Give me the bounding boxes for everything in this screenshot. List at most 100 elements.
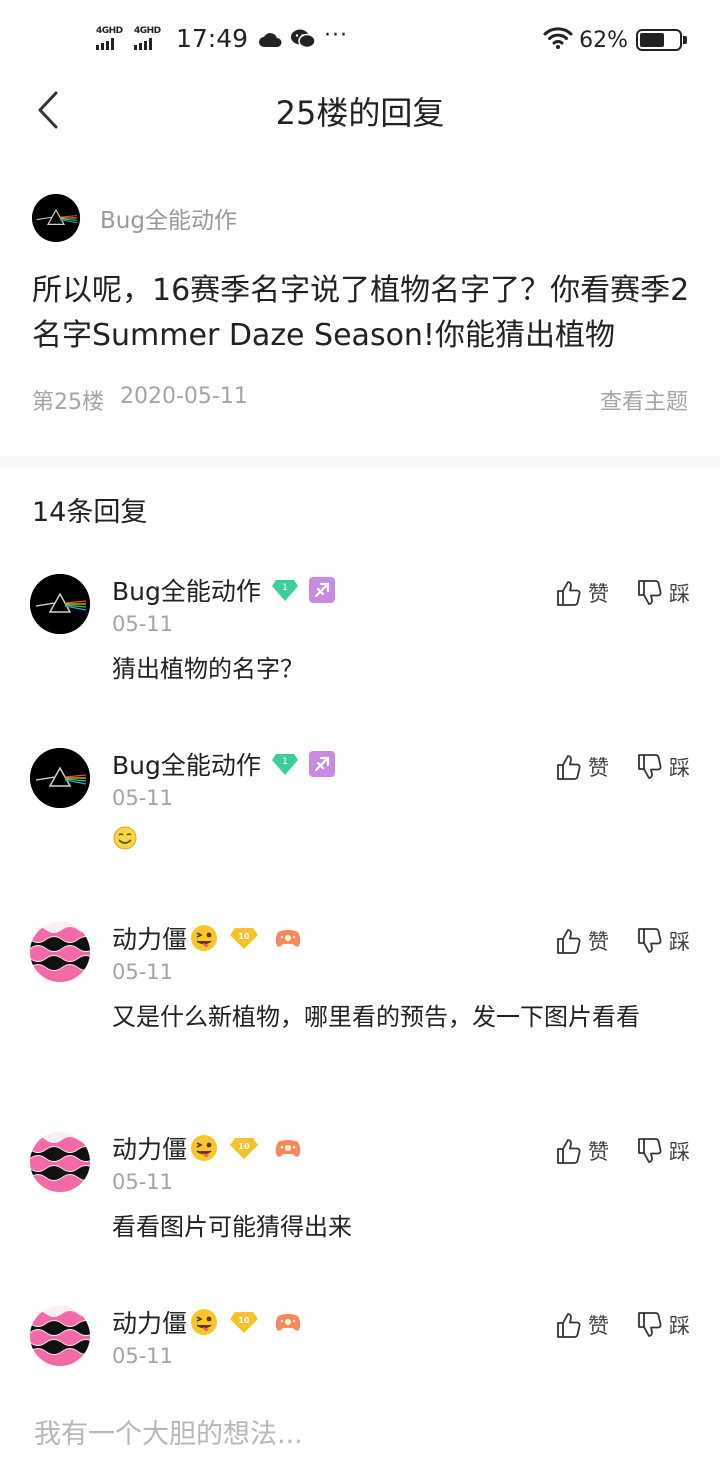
like-label: 赞	[588, 1140, 609, 1164]
reply-actions: 赞 踩	[556, 1136, 690, 1166]
gamepad-icon	[273, 1310, 303, 1334]
reply-date: 05-11	[112, 786, 174, 810]
thumbs-down-icon	[638, 580, 662, 605]
signal-2-icon: 4GHD	[134, 27, 164, 50]
comment-input[interactable]	[34, 1412, 684, 1456]
page-title: 25楼的回复	[275, 94, 445, 132]
sagittarius-icon	[308, 577, 335, 603]
clock: 17:49	[176, 24, 249, 53]
thumbs-down-icon	[638, 754, 662, 779]
svg-text:10: 10	[238, 932, 250, 941]
dislike-button[interactable]: 踩	[637, 926, 690, 956]
reply-actions: 赞 踩	[556, 926, 690, 956]
dislike-button[interactable]: 踩	[637, 578, 690, 608]
gem-level-icon: 1	[271, 752, 299, 776]
post-date: 2020-05-11	[120, 384, 248, 409]
dislike-label: 踩	[669, 582, 690, 606]
dislike-label: 踩	[669, 756, 690, 780]
sagittarius-icon	[308, 751, 335, 777]
avatar[interactable]	[30, 748, 90, 808]
thumbs-down-icon	[638, 928, 662, 953]
svg-text:1: 1	[282, 583, 288, 593]
more-notifications-icon: ···	[324, 22, 349, 48]
like-button[interactable]: 赞	[556, 1310, 609, 1340]
reply-author-name[interactable]: 动力僵	[112, 1304, 187, 1340]
reply-date: 05-11	[112, 1170, 174, 1194]
dislike-label: 踩	[669, 930, 690, 954]
reply-content	[112, 824, 690, 862]
dislike-button[interactable]: 踩	[637, 1136, 690, 1166]
like-label: 赞	[588, 582, 609, 606]
battery-level	[640, 33, 664, 47]
level-10-badge-icon: 10	[229, 926, 259, 950]
thumbs-up-icon	[557, 1313, 581, 1338]
reply-actions: 赞 踩	[556, 578, 690, 608]
reply-content: 猜出植物的名字？	[112, 655, 304, 683]
like-label: 赞	[588, 1314, 609, 1338]
dislike-button[interactable]: 踩	[637, 1310, 690, 1340]
thumbs-down-icon	[638, 1138, 662, 1163]
section-divider	[0, 456, 720, 468]
gem-level-icon: 1	[271, 578, 299, 602]
reply-date: 05-11	[112, 960, 174, 984]
wechat-icon	[290, 28, 316, 50]
cloud-icon	[258, 29, 282, 49]
like-button[interactable]: 赞	[556, 926, 609, 956]
dislike-label: 踩	[669, 1140, 690, 1164]
reply-actions: 赞 踩	[556, 1310, 690, 1340]
nav-bar: 25楼的回复	[0, 80, 720, 140]
level-10-badge-icon: 10	[229, 1136, 259, 1160]
dislike-button[interactable]: 踩	[637, 752, 690, 782]
wifi-icon	[543, 26, 573, 54]
network-type-1: 4GHD	[96, 26, 123, 36]
reply-content: 又是什么新植物，哪里看的预告，发一下图片看看	[112, 1003, 640, 1031]
post-author-name[interactable]: Bug全能动作	[100, 201, 237, 235]
thumbs-up-icon	[557, 1139, 581, 1164]
reply-content: 看看图片可能猜得出来	[112, 1213, 352, 1241]
battery-icon	[636, 29, 687, 51]
view-topic-link[interactable]: 查看主题	[600, 384, 688, 416]
tongue-emoji-icon	[189, 923, 219, 953]
like-button[interactable]: 赞	[556, 1136, 609, 1166]
tongue-emoji-icon	[189, 1307, 219, 1337]
reply-author-name[interactable]: 动力僵	[112, 1130, 187, 1166]
svg-text:10: 10	[238, 1142, 250, 1151]
avatar[interactable]	[32, 194, 80, 242]
thumbs-up-icon	[557, 929, 581, 954]
avatar[interactable]	[30, 922, 90, 982]
signal-1-icon: 4GHD	[96, 27, 126, 50]
reply-date: 05-11	[112, 1344, 174, 1368]
main-post: Bug全能动作 所以呢，16赛季名字说了植物名字了？你看赛季2名字Summer …	[32, 190, 692, 416]
reply-author-name[interactable]: Bug全能动作	[112, 572, 261, 608]
dislike-label: 踩	[669, 1314, 690, 1338]
network-type-2: 4GHD	[134, 26, 161, 36]
post-meta: 第25楼 2020-05-11 查看主题	[32, 384, 692, 416]
avatar[interactable]	[30, 1132, 90, 1192]
gamepad-icon	[273, 1136, 303, 1160]
thumbs-up-icon	[557, 581, 581, 606]
like-button[interactable]: 赞	[556, 752, 609, 782]
smile-emoji-icon	[113, 826, 137, 850]
like-label: 赞	[588, 756, 609, 780]
reply-author-name[interactable]: Bug全能动作	[112, 746, 261, 782]
reply-count: 14条回复	[32, 497, 148, 528]
post-author-row[interactable]: Bug全能动作	[32, 190, 692, 246]
post-content: 所以呢，16赛季名字说了植物名字了？你看赛季2名字Summer Daze Sea…	[32, 273, 690, 353]
like-label: 赞	[588, 930, 609, 954]
status-bar: 4GHD 4GHD 17:49 ··· 62%	[0, 0, 720, 80]
gamepad-icon	[273, 926, 303, 950]
avatar[interactable]	[30, 1306, 90, 1366]
level-10-badge-icon: 10	[229, 1310, 259, 1334]
tongue-emoji-icon	[189, 1133, 219, 1163]
floor-number: 第25楼	[32, 390, 104, 415]
avatar[interactable]	[30, 574, 90, 634]
reply-actions: 赞 踩	[556, 752, 690, 782]
reply-author-name[interactable]: 动力僵	[112, 920, 187, 956]
svg-text:1: 1	[282, 757, 288, 767]
thumbs-down-icon	[638, 1312, 662, 1337]
reply-date: 05-11	[112, 612, 174, 636]
battery-percent: 62%	[579, 27, 628, 53]
thumbs-up-icon	[557, 755, 581, 780]
like-button[interactable]: 赞	[556, 578, 609, 608]
svg-text:10: 10	[238, 1316, 250, 1325]
